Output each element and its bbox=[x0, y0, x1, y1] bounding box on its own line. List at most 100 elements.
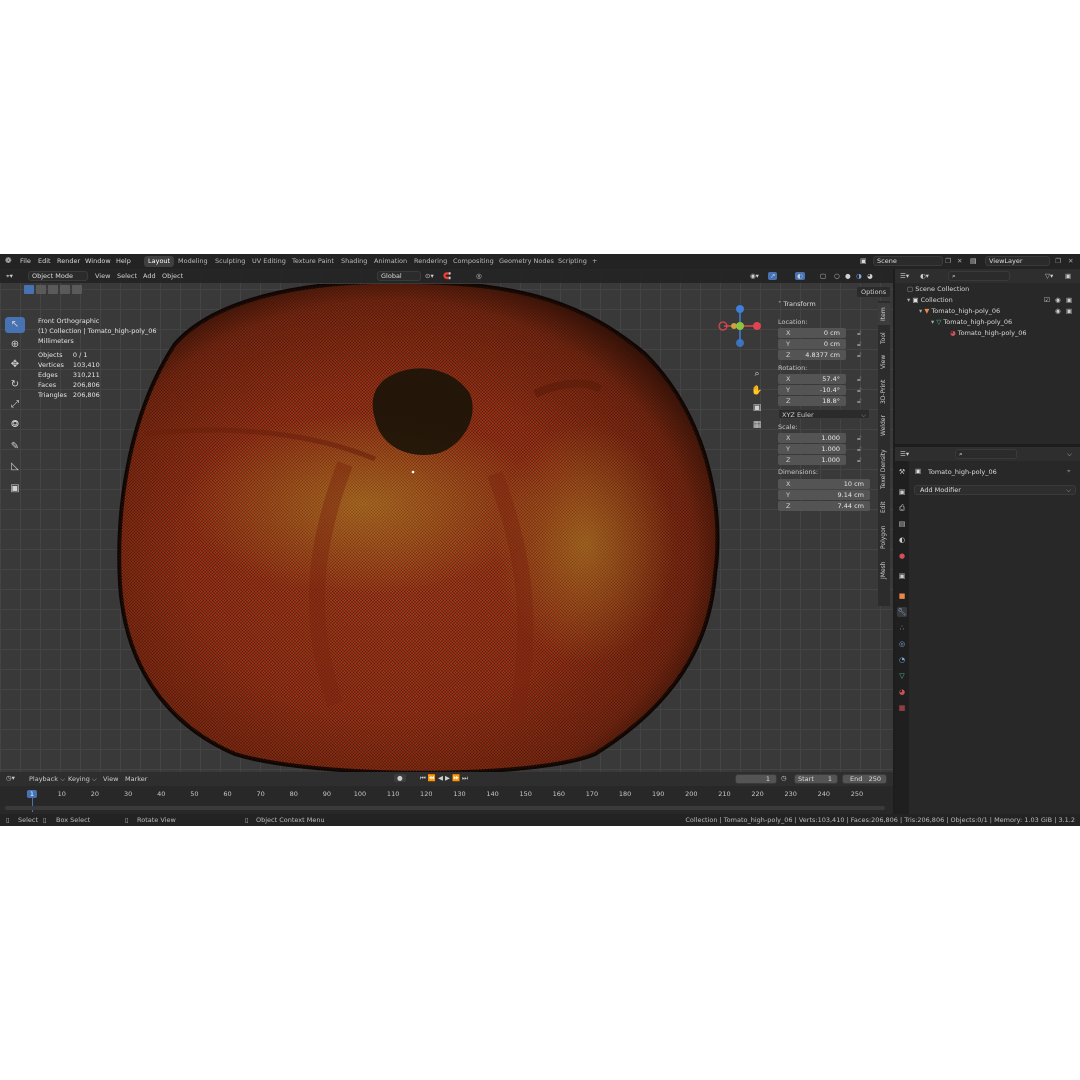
zoom-icon[interactable]: ⌕ bbox=[750, 366, 764, 383]
copy-icon[interactable]: ❐ bbox=[1055, 257, 1061, 265]
proportional-edit-icon[interactable]: ◎ bbox=[476, 272, 482, 280]
lock-icon[interactable]: 🔓︎ bbox=[857, 329, 866, 337]
physics-icon[interactable]: ◎ bbox=[897, 639, 907, 649]
pivot-icon[interactable]: ⊙▾ bbox=[425, 272, 434, 280]
record-icon[interactable]: ● bbox=[394, 774, 406, 782]
tab-sculpting[interactable]: Sculpting bbox=[211, 256, 249, 267]
blender-logo-icon[interactable]: ❁ bbox=[5, 256, 12, 265]
camera-icon[interactable]: ▣ bbox=[1066, 307, 1072, 315]
transform-tool-icon[interactable]: ⭗ bbox=[5, 417, 25, 433]
scale-tool-icon[interactable]: ⤢ bbox=[5, 397, 25, 413]
tab-shading[interactable]: Shading bbox=[337, 256, 371, 267]
tab-welder[interactable]: Welder bbox=[878, 411, 890, 441]
eye-icon[interactable]: ◉ bbox=[1055, 307, 1061, 315]
pin-icon[interactable]: ⌖ bbox=[1067, 467, 1071, 476]
stopwatch-icon[interactable]: ◷ bbox=[781, 774, 787, 782]
clock-icon[interactable]: ◷▾ bbox=[6, 774, 15, 782]
tab-3d-print[interactable]: 3D-Print bbox=[878, 376, 890, 408]
filter-icon[interactable]: ▽▾ bbox=[1045, 272, 1053, 280]
tab-item[interactable]: Item bbox=[878, 303, 890, 325]
lock-icon[interactable]: 🔓︎ bbox=[857, 434, 866, 442]
select-new-icon[interactable] bbox=[24, 285, 34, 294]
start-frame-field[interactable]: Start 1 bbox=[794, 774, 838, 784]
new-collection-icon[interactable]: ▣ bbox=[1065, 272, 1071, 280]
view-layer-icon[interactable]: ▤ bbox=[897, 519, 907, 529]
rendered-shading-icon[interactable]: ◕ bbox=[867, 272, 873, 280]
menu-view[interactable]: View bbox=[103, 775, 118, 783]
modifier-wrench-icon[interactable]: 🔧︎ bbox=[897, 607, 907, 617]
menu-file[interactable]: File bbox=[20, 257, 31, 265]
options-button[interactable]: Options bbox=[857, 287, 891, 297]
tab-texture-paint[interactable]: Texture Paint bbox=[288, 256, 338, 267]
pan-hand-icon[interactable]: ✋ bbox=[750, 383, 764, 400]
outliner-search-input[interactable]: ⌕ bbox=[948, 271, 1010, 281]
tab-view[interactable]: View bbox=[878, 351, 890, 373]
display-mode-icon[interactable]: ◐▾ bbox=[920, 272, 929, 280]
texture-icon[interactable]: ▦ bbox=[897, 703, 907, 713]
rotation-x-field[interactable]: X 57.4° bbox=[778, 374, 846, 384]
tab-layout[interactable]: Layout bbox=[144, 256, 175, 267]
object-mode-selector[interactable]: Object Mode bbox=[28, 271, 88, 281]
menu-edit[interactable]: Edit bbox=[38, 257, 51, 265]
outliner-row-mesh-data[interactable]: ▾ ▽ Tomato_high-poly_06 bbox=[931, 317, 1012, 328]
rotation-mode-selector[interactable]: XYZ Euler ⌵ bbox=[778, 409, 870, 419]
menu-window[interactable]: Window bbox=[85, 257, 111, 265]
transform-header[interactable]: ˅ Transform bbox=[778, 300, 816, 308]
editor-type-icon[interactable]: ☰▾ bbox=[900, 272, 909, 280]
add-cube-tool-icon[interactable]: ▣ bbox=[5, 481, 25, 497]
select-subtract-icon[interactable] bbox=[48, 285, 58, 294]
tab-scripting[interactable]: Scripting bbox=[554, 256, 591, 267]
scale-x-field[interactable]: X 1.000 bbox=[778, 433, 846, 443]
lock-icon[interactable]: 🔓︎ bbox=[857, 375, 866, 383]
editor-type-icon[interactable]: ☰▾ bbox=[900, 450, 909, 458]
3d-viewport[interactable]: ⌖▾ Object Mode View Select Add Object Gl… bbox=[0, 269, 893, 774]
rotation-z-field[interactable]: Z 18.8° bbox=[778, 396, 846, 406]
properties-search-input[interactable]: ⌕ bbox=[955, 449, 1017, 459]
overlays-toggle-icon[interactable]: ◐ bbox=[795, 272, 805, 280]
select-tool-icon[interactable]: ↖ bbox=[5, 317, 25, 333]
outliner-row-material[interactable]: ◕ Tomato_high-poly_06 bbox=[950, 328, 1026, 339]
outliner-row-object[interactable]: ▾ ▼ Tomato_high-poly_06 bbox=[919, 306, 1000, 317]
menu-view[interactable]: View bbox=[95, 272, 110, 280]
tab-edit[interactable]: Edit bbox=[878, 497, 890, 517]
transform-orientation-selector[interactable]: Global bbox=[377, 271, 421, 281]
collection-icon[interactable]: ▣ bbox=[897, 571, 907, 581]
close-icon[interactable]: ✕ bbox=[1068, 257, 1073, 265]
grid-icon[interactable]: ▦ bbox=[750, 417, 764, 434]
solid-shading-icon[interactable]: ● bbox=[845, 272, 851, 280]
checkbox-icon[interactable]: ☑ bbox=[1044, 296, 1050, 304]
navigation-gizmo[interactable] bbox=[712, 304, 772, 364]
location-z-field[interactable]: Z 4.8377 cm bbox=[778, 350, 846, 360]
lock-icon[interactable]: 🔓︎ bbox=[857, 351, 866, 359]
menu-marker[interactable]: Marker bbox=[125, 775, 147, 783]
object-icon[interactable]: ■ bbox=[897, 591, 907, 601]
add-modifier-dropdown[interactable]: Add Modifier ⌵ bbox=[914, 485, 1076, 495]
lock-icon[interactable]: 🔓︎ bbox=[857, 340, 866, 348]
output-icon[interactable]: ⎙ bbox=[897, 503, 907, 513]
end-frame-field[interactable]: End 250 bbox=[842, 774, 887, 784]
tab-animation[interactable]: Animation bbox=[370, 256, 411, 267]
material-shading-icon[interactable]: ◑ bbox=[856, 272, 862, 280]
tab-compositing[interactable]: Compositing bbox=[449, 256, 498, 267]
tool-icon[interactable]: ⚒ bbox=[897, 467, 907, 477]
measure-tool-icon[interactable]: ◺ bbox=[5, 459, 25, 475]
tab-polygon[interactable]: Polygon bbox=[878, 520, 890, 554]
menu-render[interactable]: Render bbox=[57, 257, 80, 265]
outliner-row-scene-collection[interactable]: ▢ Scene Collection bbox=[907, 284, 969, 295]
tab-modeling[interactable]: Modeling bbox=[174, 256, 212, 267]
tab-uv-editing[interactable]: UV Editing bbox=[248, 256, 290, 267]
eye-icon[interactable]: ◉ bbox=[1055, 296, 1061, 304]
annotate-tool-icon[interactable]: ✎ bbox=[5, 439, 25, 455]
view-layer-selector[interactable]: ViewLayer bbox=[985, 256, 1050, 266]
visibility-icon[interactable]: ◉▾ bbox=[750, 272, 759, 280]
mesh-data-icon[interactable]: ▽ bbox=[897, 671, 907, 681]
outliner-row-collection[interactable]: ▾ ▣ Collection bbox=[907, 295, 953, 306]
scene-selector[interactable]: Scene bbox=[873, 256, 943, 266]
camera-icon[interactable]: ▣ bbox=[1066, 296, 1072, 304]
menu-select[interactable]: Select bbox=[117, 272, 137, 280]
location-x-field[interactable]: X 0 cm bbox=[778, 328, 846, 338]
copy-icon[interactable]: ❐ bbox=[945, 257, 951, 265]
menu-playback[interactable]: Playback ⌵ bbox=[29, 775, 65, 784]
lock-icon[interactable]: 🔓︎ bbox=[857, 386, 866, 394]
select-invert-icon[interactable] bbox=[60, 285, 70, 294]
